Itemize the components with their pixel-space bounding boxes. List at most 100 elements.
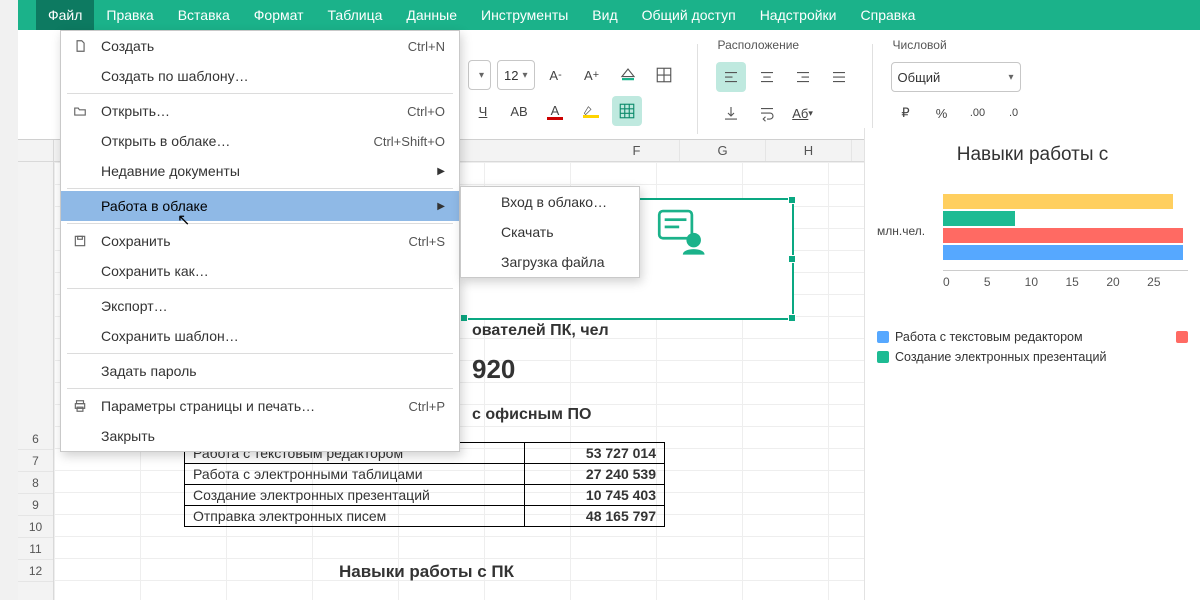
resize-handle[interactable]	[788, 314, 796, 322]
align-justify-icon[interactable]	[824, 62, 854, 92]
menu-view[interactable]: Вид	[580, 0, 629, 30]
file-menu-item[interactable]: Недавние документы▶	[61, 156, 459, 186]
menu-addons[interactable]: Надстройки	[748, 0, 849, 30]
save-icon	[73, 234, 89, 248]
file-menu-item[interactable]: Создать по шаблону…	[61, 61, 459, 91]
table-style-icon[interactable]	[612, 96, 642, 126]
chart-title: Навыки работы с	[877, 144, 1188, 166]
combo-unknown[interactable]: ▾	[468, 60, 491, 90]
submenu-item-login-cloud[interactable]: Вход в облако…	[461, 187, 639, 217]
chart-legend: Работа с текстовым редактором Создание э…	[877, 330, 1188, 364]
menu-item-label: Экспорт…	[101, 298, 168, 314]
bar-series-2	[943, 228, 1183, 243]
resize-handle[interactable]	[788, 255, 796, 263]
valign-bottom-icon[interactable]	[716, 98, 746, 128]
row-num[interactable]: 9	[18, 494, 53, 516]
menu-item-label: Задать пароль	[101, 363, 197, 379]
submenu-item-download[interactable]: Скачать	[461, 217, 639, 247]
group-number-label: Числовой	[891, 38, 1029, 52]
swatch-icon	[877, 331, 889, 343]
decrease-font-icon[interactable]: A-	[541, 60, 571, 90]
menu-tools[interactable]: Инструменты	[469, 0, 580, 30]
file-menu-item[interactable]: Открыть… Ctrl+O	[61, 96, 459, 126]
percent-icon[interactable]: %	[927, 98, 957, 128]
file-menu-item[interactable]: СоздатьCtrl+N	[61, 31, 459, 61]
menu-shortcut: Ctrl+S	[409, 234, 445, 249]
legend-item: Работа с текстовым редактором	[877, 330, 1188, 344]
cell-big-number: 920	[472, 354, 515, 385]
col-G[interactable]: G	[680, 140, 766, 161]
cell-heading-1: ователей ПК, чел	[472, 322, 609, 340]
menubar: Файл Правка Вставка Формат Таблица Данны…	[18, 0, 1200, 30]
chart-bars	[943, 194, 1188, 262]
table-row[interactable]: Работа с электронными таблицами27 240 53…	[185, 464, 665, 485]
col-F[interactable]: F	[594, 140, 680, 161]
menu-insert[interactable]: Вставка	[166, 0, 242, 30]
increase-decimal-icon[interactable]: .0	[999, 98, 1029, 128]
file-menu-item[interactable]: Параметры страницы и печать…Ctrl+P	[61, 391, 459, 421]
col-H[interactable]: H	[766, 140, 852, 161]
underline-icon[interactable]: Ч	[468, 96, 498, 126]
table-row[interactable]: Создание электронных презентаций10 745 4…	[185, 485, 665, 506]
menu-item-label: Недавние документы	[101, 163, 240, 179]
file-menu-item[interactable]: Сохранить как…	[61, 256, 459, 286]
chart-xaxis: 0 5 10 15 20 25	[943, 270, 1188, 289]
swatch-icon	[1176, 331, 1188, 343]
text-rotate-icon[interactable]: Аб▾	[788, 98, 818, 128]
menu-format[interactable]: Формат	[242, 0, 316, 30]
chart-panel: Навыки работы с млн.чел. 0 5 10 15 20 25…	[864, 128, 1200, 600]
resize-handle[interactable]	[460, 314, 468, 322]
menu-edit[interactable]: Правка	[94, 0, 165, 30]
number-format-combo[interactable]: Общий▾	[891, 62, 1021, 92]
cell-heading-3: Навыки работы с ПК	[339, 562, 514, 582]
fill-color-icon[interactable]	[613, 60, 643, 90]
row-num[interactable]: 6	[18, 428, 53, 450]
legend-item: Создание электронных презентаций	[877, 350, 1188, 364]
borders-icon[interactable]	[649, 60, 679, 90]
row-num[interactable]: 11	[18, 538, 53, 560]
table-row[interactable]: Отправка электронных писем48 165 797	[185, 506, 665, 527]
file-menu-item[interactable]: Задать пароль	[61, 356, 459, 386]
file-menu-item[interactable]: Сохранить Ctrl+S	[61, 226, 459, 256]
swatch-icon	[877, 351, 889, 363]
menu-shortcut: Ctrl+O	[407, 104, 445, 119]
wrap-text-icon[interactable]	[752, 98, 782, 128]
resize-handle[interactable]	[788, 196, 796, 204]
file-menu-item[interactable]: Закрыть	[61, 421, 459, 451]
menu-data[interactable]: Данные	[394, 0, 469, 30]
menu-table[interactable]: Таблица	[316, 0, 395, 30]
font-size-combo[interactable]: 12▾	[497, 60, 535, 90]
chart-area[interactable]: млн.чел. 0 5 10 15 20 25	[877, 184, 1188, 314]
increase-font-icon[interactable]: A+	[577, 60, 607, 90]
currency-icon[interactable]: ₽	[891, 98, 921, 128]
font-color-icon[interactable]: A	[540, 96, 570, 126]
row-num[interactable]: 7	[18, 450, 53, 472]
group-align-label: Расположение	[716, 38, 854, 52]
menu-item-label: Сохранить шаблон…	[101, 328, 239, 344]
menu-help[interactable]: Справка	[849, 0, 928, 30]
file-menu-item[interactable]: Открыть в облаке…Ctrl+Shift+O	[61, 126, 459, 156]
row-num[interactable]: 12	[18, 560, 53, 582]
menu-item-label: Сохранить	[101, 233, 171, 249]
file-menu-item[interactable]: Экспорт…	[61, 291, 459, 321]
number-format-value: Общий	[898, 70, 941, 85]
file-menu-item[interactable]: Работа в облаке▶	[61, 191, 459, 221]
decrease-decimal-icon[interactable]: .00	[963, 98, 993, 128]
menu-item-label: Параметры страницы и печать…	[101, 398, 315, 414]
file-menu-item[interactable]: Сохранить шаблон…	[61, 321, 459, 351]
menu-item-label: Создать по шаблону…	[101, 68, 249, 84]
cloud-submenu: Вход в облако… Скачать Загрузка файла	[460, 186, 640, 278]
new-icon	[73, 39, 89, 53]
align-center-icon[interactable]	[752, 62, 782, 92]
align-left-icon[interactable]	[716, 62, 746, 92]
align-right-icon[interactable]	[788, 62, 818, 92]
chart-ylabel: млн.чел.	[877, 224, 925, 238]
menu-file[interactable]: Файл	[36, 0, 94, 30]
highlight-icon[interactable]	[576, 96, 606, 126]
clear-format-icon[interactable]: AB	[504, 96, 534, 126]
row-num[interactable]: 8	[18, 472, 53, 494]
row-num[interactable]: 10	[18, 516, 53, 538]
menu-share[interactable]: Общий доступ	[630, 0, 748, 30]
submenu-item-upload[interactable]: Загрузка файла	[461, 247, 639, 277]
menu-item-label: Открыть…	[101, 103, 170, 119]
